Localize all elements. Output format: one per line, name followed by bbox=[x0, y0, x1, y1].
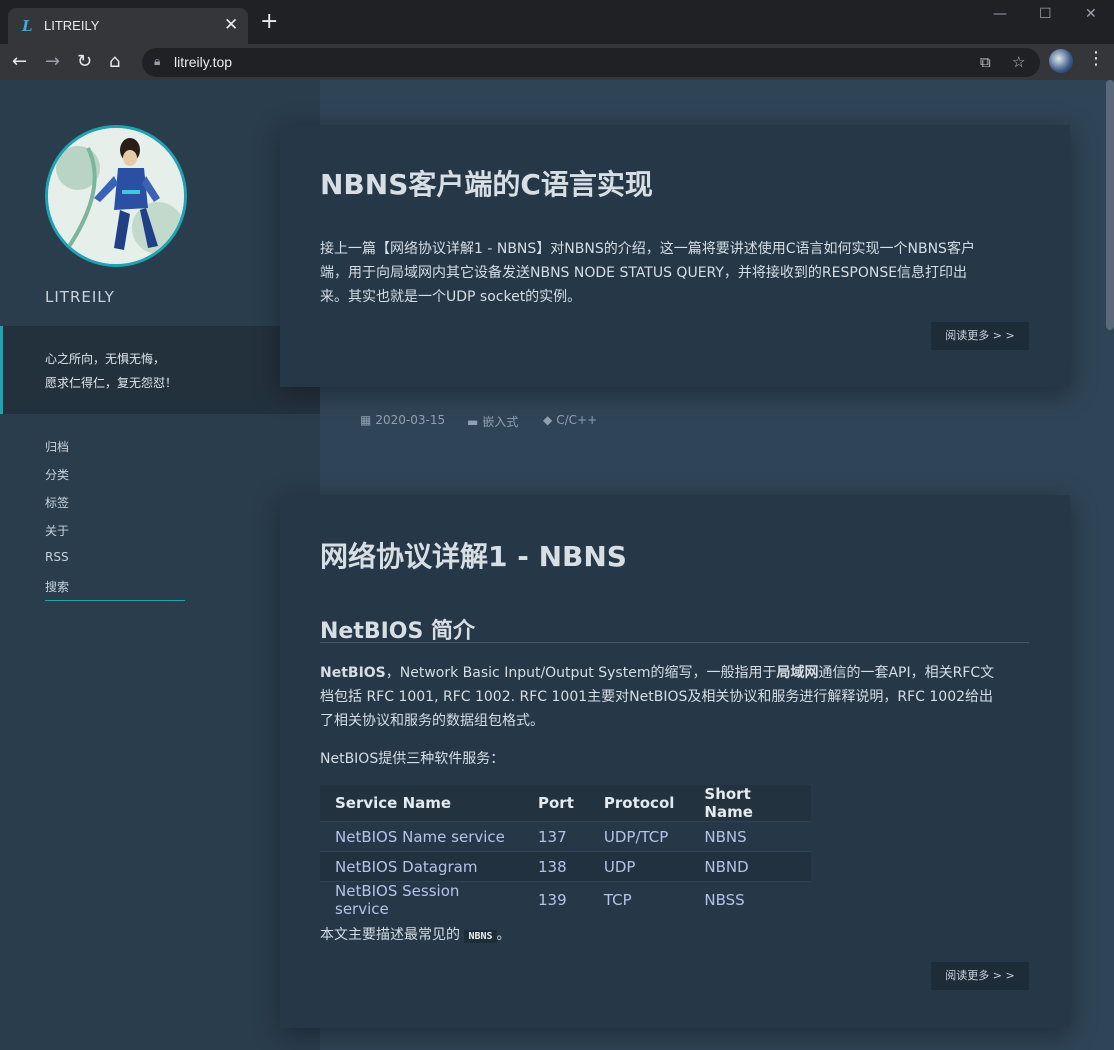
post-card: NBNS客户端的C语言实现 接上一篇【网络协议详解1 - NBNS】对NBNS的… bbox=[280, 125, 1070, 387]
table-header: Port bbox=[523, 785, 589, 822]
avatar-image bbox=[48, 128, 184, 264]
home-icon[interactable]: ⌂ bbox=[109, 51, 120, 72]
table-cell: TCP bbox=[588, 881, 690, 918]
text-span: ，Network Basic Input/Output System的缩写，一般… bbox=[385, 665, 777, 681]
nav-underline bbox=[45, 600, 185, 601]
nav-about[interactable]: 关于 bbox=[45, 522, 69, 539]
bold-term: 局域网 bbox=[776, 665, 819, 681]
table-row: NetBIOS Datagram 138 UDP NBND bbox=[320, 851, 812, 882]
paragraph-line: NetBIOS，Network Basic Input/Output Syste… bbox=[320, 661, 1030, 685]
tab-title: LITREILY bbox=[44, 18, 100, 33]
paragraph-line: 了相关协议和服务的数据组包格式。 bbox=[320, 713, 544, 729]
inline-code: NBNS bbox=[464, 930, 497, 943]
category-text[interactable]: 嵌入式 bbox=[482, 415, 518, 429]
maximize-icon[interactable]: ☐ bbox=[1039, 6, 1052, 22]
text-span: 。 bbox=[496, 927, 511, 943]
table-header: Short Name bbox=[689, 785, 812, 822]
post-paragraph: NetBIOS提供三种软件服务： bbox=[320, 751, 505, 767]
heading-divider bbox=[320, 642, 1029, 643]
browser-titlebar: L LITREILY ✕ + — ☐ ✕ bbox=[0, 0, 1114, 44]
url-text[interactable]: litreily.top bbox=[174, 54, 232, 70]
text-span: 本文主要描述最常见的 bbox=[320, 927, 460, 943]
table-header: Service Name bbox=[320, 785, 523, 822]
text-span: 通信的一套API，相关RFC文 bbox=[818, 665, 995, 681]
table-cell: UDP/TCP bbox=[588, 821, 690, 852]
tag-text[interactable]: C/C++ bbox=[556, 413, 597, 427]
browser-tab[interactable]: L LITREILY ✕ bbox=[8, 8, 248, 44]
excerpt-line: 来。其实也就是一个UDP socket的实例。 bbox=[320, 289, 582, 305]
read-more-button[interactable]: 阅读更多 > > bbox=[931, 322, 1029, 350]
calendar-icon: ▦ bbox=[360, 413, 372, 427]
post-paragraph: 本文主要描述最常见的 NBNS。 bbox=[320, 923, 1030, 949]
back-icon[interactable]: ← bbox=[12, 51, 27, 72]
lock-icon[interactable]: 🔒︎ bbox=[154, 54, 160, 69]
table-cell: 137 bbox=[523, 821, 589, 852]
close-tab-icon[interactable]: ✕ bbox=[224, 15, 238, 35]
favicon-icon: L bbox=[22, 17, 33, 35]
table-cell: NBND bbox=[689, 851, 812, 882]
post-card: 网络协议详解1 - NBNS NetBIOS 简介 NetBIOS，Networ… bbox=[280, 495, 1070, 1028]
post-date: ▦ 2020-03-15 bbox=[360, 413, 445, 427]
table-cell: 138 bbox=[523, 851, 589, 882]
page-content: LITREILY 心之所向，无惧无悔， 愿求仁得仁，复无怨怼！ 归档 分类 标签… bbox=[0, 80, 1114, 1050]
close-window-icon[interactable]: ✕ bbox=[1085, 6, 1097, 22]
nav-rss[interactable]: RSS bbox=[45, 550, 69, 564]
excerpt-line: 端，用于向局域网内其它设备发送NBNS NODE STATUS QUERY，并将… bbox=[320, 265, 968, 281]
table-row: NetBIOS Name service 137 UDP/TCP NBNS bbox=[320, 821, 812, 852]
section-heading: NetBIOS 简介 bbox=[320, 619, 476, 644]
browser-toolbar: ← → ↻ ⌂ 🔒︎ litreily.top ⧉ ☆ ⋮ bbox=[0, 44, 1114, 80]
motto-line: 心之所向，无惧无悔， bbox=[45, 352, 166, 366]
star-icon[interactable]: ☆ bbox=[1012, 53, 1025, 71]
table-cell: NBSS bbox=[689, 881, 812, 918]
table-cell: 139 bbox=[523, 881, 589, 918]
nav-archive[interactable]: 归档 bbox=[45, 438, 69, 455]
bold-term: NetBIOS bbox=[320, 665, 386, 681]
paragraph-line: 档包括 RFC 1001, RFC 1002. RFC 1001主要对NetBI… bbox=[320, 689, 994, 705]
table-header-row: Service Name Port Protocol Short Name bbox=[320, 785, 812, 822]
post-tag[interactable]: ◆ C/C++ bbox=[543, 413, 597, 427]
nav-categories[interactable]: 分类 bbox=[45, 466, 69, 483]
date-text: 2020-03-15 bbox=[375, 413, 446, 427]
address-bar[interactable]: 🔒︎ litreily.top ⧉ ☆ bbox=[142, 48, 1040, 77]
excerpt-line: 接上一篇【网络协议详解1 - NBNS】对NBNS的介绍，这一篇将要讲述使用C语… bbox=[320, 241, 975, 257]
table-cell: NetBIOS Name service bbox=[320, 821, 523, 852]
motto-line: 愿求仁得仁，复无怨怼！ bbox=[45, 376, 178, 390]
post-title[interactable]: 网络协议详解1 - NBNS bbox=[320, 535, 627, 575]
forward-icon[interactable]: → bbox=[45, 51, 60, 72]
translate-icon[interactable]: ⧉ bbox=[980, 53, 991, 71]
post-paragraph: NetBIOS，Network Basic Input/Output Syste… bbox=[320, 661, 1030, 733]
scrollbar[interactable] bbox=[1106, 80, 1114, 330]
sidebar: LITREILY 心之所向，无惧无悔， 愿求仁得仁，复无怨怼！ 归档 分类 标签… bbox=[0, 80, 320, 1050]
profile-avatar[interactable] bbox=[1049, 49, 1073, 73]
post-title[interactable]: NBNS客户端的C语言实现 bbox=[320, 163, 653, 203]
menu-icon[interactable]: ⋮ bbox=[1087, 48, 1105, 69]
nav-tags[interactable]: 标签 bbox=[45, 494, 69, 511]
minimize-icon[interactable]: — bbox=[993, 6, 1007, 22]
table-header: Protocol bbox=[588, 785, 690, 822]
services-table: Service Name Port Protocol Short Name Ne… bbox=[320, 785, 812, 918]
table-cell: UDP bbox=[588, 851, 690, 882]
table-row: NetBIOS Session service 139 TCP NBSS bbox=[320, 881, 812, 918]
table-cell: NetBIOS Session service bbox=[320, 881, 523, 918]
reload-icon[interactable]: ↻ bbox=[77, 51, 92, 72]
nav-search[interactable]: 搜索 bbox=[45, 578, 69, 595]
tag-icon: ◆ bbox=[543, 413, 553, 427]
motto-block: 心之所向，无惧无悔， 愿求仁得仁，复无怨怼！ bbox=[0, 326, 320, 414]
table-cell: NetBIOS Datagram bbox=[320, 851, 523, 882]
read-more-button[interactable]: 阅读更多 > > bbox=[931, 962, 1029, 990]
folder-icon: ▬ bbox=[467, 415, 479, 429]
table-cell: NBNS bbox=[689, 821, 812, 852]
avatar[interactable] bbox=[45, 125, 187, 267]
new-tab-icon[interactable]: + bbox=[260, 11, 278, 33]
post-category[interactable]: ▬ 嵌入式 bbox=[467, 413, 518, 430]
site-name[interactable]: LITREILY bbox=[45, 288, 115, 306]
post-excerpt: 接上一篇【网络协议详解1 - NBNS】对NBNS的介绍，这一篇将要讲述使用C语… bbox=[320, 237, 1030, 309]
